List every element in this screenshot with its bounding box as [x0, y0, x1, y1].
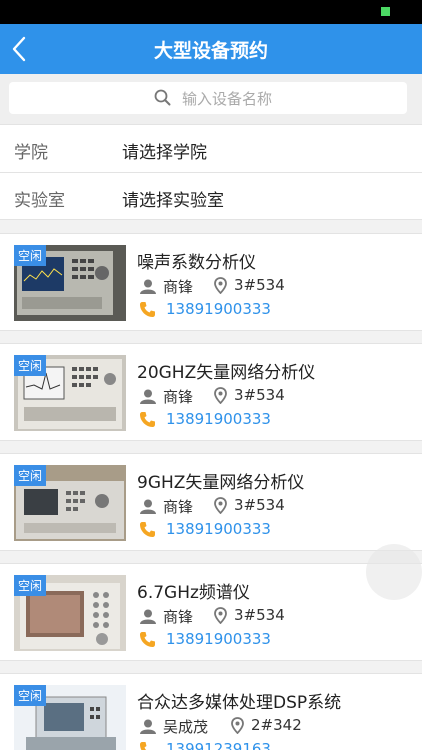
college-select[interactable]: 请选择学院	[122, 138, 207, 163]
equipment-item[interactable]: 空闲 9GHZ矢量网络分析仪 商锋 3#534 13891900333	[0, 453, 422, 551]
search-bar: 输入设备名称	[0, 74, 422, 124]
phone-icon	[140, 632, 155, 647]
location-pin-icon	[214, 277, 227, 294]
status-badge: 空闲	[14, 685, 47, 706]
equipment-name: 噪声系数分析仪	[137, 253, 256, 273]
location-pin-icon	[214, 497, 227, 514]
location-pin-icon	[231, 717, 244, 734]
room-number: 3#534	[234, 276, 285, 294]
status-badge: 空闲	[14, 245, 47, 266]
person-icon	[140, 719, 156, 734]
search-placeholder: 输入设备名称	[182, 90, 273, 108]
status-badge: 空闲	[14, 575, 47, 596]
equipment-photo: 空闲	[14, 245, 126, 321]
page-title: 大型设备预约	[153, 40, 268, 62]
equipment-photo: 空闲	[14, 465, 126, 541]
equipment-photo: 空闲	[14, 355, 126, 431]
equipment-item[interactable]: 空闲 合众达多媒体处理DSP系统 吴成茂 2#342 13991239163	[0, 673, 422, 750]
equipment-item[interactable]: 空闲 噪声系数分析仪 商锋 3#534 13891900333	[0, 233, 422, 331]
search-icon	[154, 89, 171, 106]
phone-link[interactable]: 13991239163	[166, 740, 271, 750]
college-label: 学院	[14, 143, 48, 163]
location-pin-icon	[214, 607, 227, 624]
lab-label: 实验室	[14, 191, 65, 211]
phone-icon	[140, 522, 155, 537]
equipment-item[interactable]: 空闲 6.7GHz频谱仪 商锋 3#534 13891900333	[0, 563, 422, 661]
phone-icon	[140, 302, 155, 317]
equipment-name: 6.7GHz频谱仪	[137, 583, 250, 603]
equipment-photo: 空闲	[14, 685, 126, 750]
room-number: 2#342	[251, 716, 302, 734]
owner-name: 商锋	[163, 278, 194, 296]
phone-link[interactable]: 13891900333	[166, 520, 271, 538]
person-icon	[140, 499, 156, 514]
equipment-photo: 空闲	[14, 575, 126, 651]
phone-icon	[140, 412, 155, 427]
room-number: 3#534	[234, 606, 285, 624]
lab-filter[interactable]: 实验室 请选择实验室	[0, 172, 422, 220]
owner-name: 商锋	[163, 388, 194, 406]
owner-name: 商锋	[163, 498, 194, 516]
battery-icon	[381, 7, 390, 16]
equipment-item[interactable]: 空闲 20GHZ矢量网络分析仪 商锋 3#534 13891900333	[0, 343, 422, 441]
room-number: 3#534	[234, 386, 285, 404]
person-icon	[140, 279, 156, 294]
equipment-name: 9GHZ矢量网络分析仪	[137, 473, 305, 493]
phone-link[interactable]: 13891900333	[166, 300, 271, 318]
owner-name: 商锋	[163, 608, 194, 626]
person-icon	[140, 389, 156, 404]
floating-assistive-button[interactable]	[366, 544, 422, 600]
status-bar	[0, 0, 422, 24]
lab-select[interactable]: 请选择实验室	[122, 186, 224, 211]
person-icon	[140, 609, 156, 624]
navigation-bar: 大型设备预约	[0, 24, 422, 74]
phone-link[interactable]: 13891900333	[166, 630, 271, 648]
college-filter[interactable]: 学院 请选择学院	[0, 124, 422, 172]
search-input[interactable]: 输入设备名称	[9, 82, 407, 114]
equipment-name: 合众达多媒体处理DSP系统	[137, 693, 342, 713]
room-number: 3#534	[234, 496, 285, 514]
owner-name: 吴成茂	[163, 718, 209, 736]
equipment-name: 20GHZ矢量网络分析仪	[137, 363, 316, 383]
phone-link[interactable]: 13891900333	[166, 410, 271, 428]
phone-icon	[140, 742, 147, 750]
status-badge: 空闲	[14, 355, 47, 376]
location-pin-icon	[214, 387, 227, 404]
status-badge: 空闲	[14, 465, 47, 486]
